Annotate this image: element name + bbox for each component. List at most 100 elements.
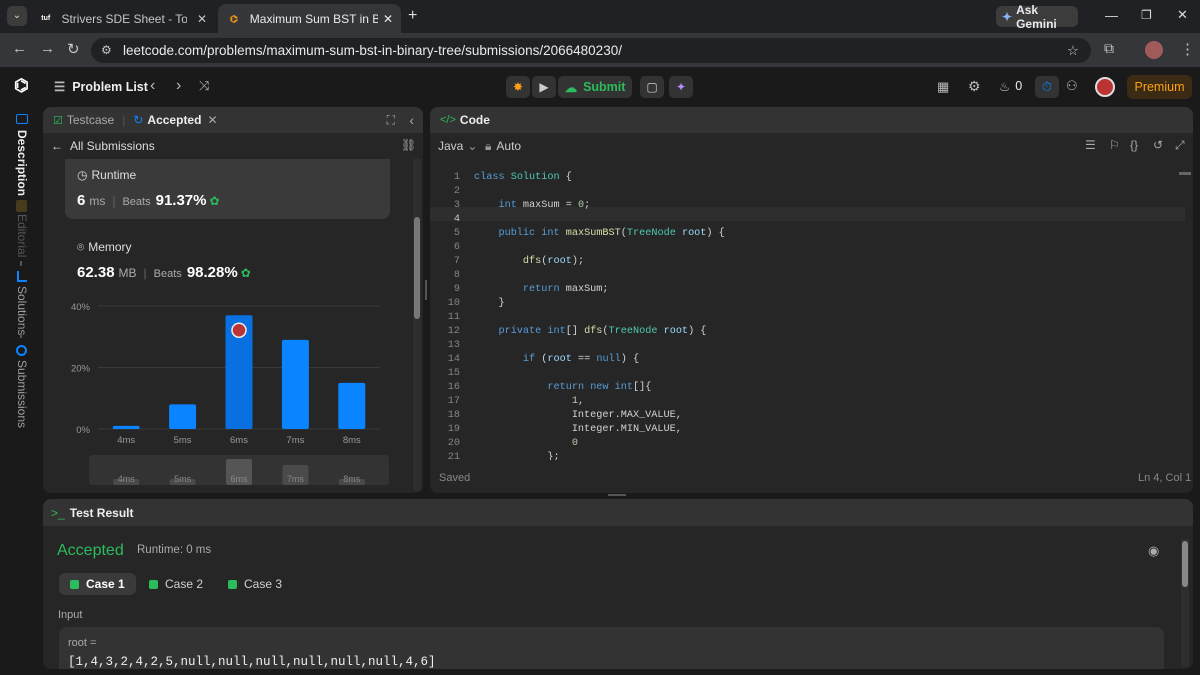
premium-button[interactable]: Premium — [1127, 75, 1192, 99]
y-tick-label: 20% — [71, 364, 91, 375]
settings-gear-icon[interactable]: ⚙ — [968, 78, 981, 95]
notes-button[interactable]: ▢ — [640, 76, 664, 98]
tab-submissions[interactable]: Submissions — [15, 360, 29, 428]
editor-scrollbar[interactable] — [1179, 172, 1191, 175]
run-button[interactable]: ▶ — [532, 76, 556, 98]
x-tick-label: 7ms — [286, 435, 304, 446]
prev-problem-icon[interactable]: ‹ — [150, 77, 155, 95]
code-line: int maxSum = 0; — [498, 200, 591, 211]
line-number: 20 — [447, 438, 460, 449]
streak-counter[interactable]: ♨ 0 — [999, 79, 1022, 94]
share-link-icon[interactable]: ⛓ — [401, 138, 416, 152]
collapse-icon[interactable]: ‹ — [409, 112, 414, 128]
leetcode-logo[interactable]: ⌬ — [14, 76, 34, 96]
new-tab-button[interactable]: + — [408, 7, 417, 25]
scrollbar-track[interactable] — [413, 159, 421, 491]
debug-button[interactable]: ✸ — [506, 76, 530, 98]
extensions-icon[interactable]: ⧉ — [1104, 40, 1114, 57]
reset-icon[interactable]: ↺ — [1153, 138, 1163, 152]
case-1-tab[interactable]: Case 1 — [59, 573, 136, 595]
horizontal-resize-handle[interactable] — [608, 494, 626, 496]
submit-button[interactable]: ☁ Submit — [558, 76, 632, 98]
restore-icon[interactable]: ❐ — [1141, 8, 1152, 22]
problem-list-button[interactable]: ☰ Problem List — [54, 79, 148, 95]
runtime-value-row: 6 ms | Beats 91.37% ✿ — [77, 192, 220, 209]
site-info-icon[interactable]: ⚙ — [101, 38, 112, 63]
chart-bar — [169, 404, 197, 429]
braces-icon[interactable]: {} — [1130, 138, 1138, 152]
timer-icon[interactable]: ⏱ — [1035, 76, 1059, 98]
x-tick-label: 4ms — [117, 435, 135, 446]
language-select[interactable]: Java ⌄ — [438, 139, 477, 153]
line-number: 11 — [447, 312, 460, 323]
user-avatar[interactable] — [1095, 77, 1115, 97]
tab-editorial[interactable]: Editorial — [15, 214, 29, 257]
clock-icon: ◷ — [77, 168, 88, 182]
close-icon[interactable]: ✕ — [197, 12, 207, 26]
celebrate-icon: ✿ — [240, 266, 251, 280]
all-submissions-link[interactable]: ← All Submissions — [51, 139, 155, 153]
ai-assist-button[interactable]: ✦ — [669, 76, 693, 98]
shuffle-icon[interactable]: ⤨ — [199, 78, 209, 94]
next-problem-icon[interactable]: › — [176, 77, 181, 95]
bookmark-star-icon[interactable]: ☆ — [1067, 38, 1079, 63]
url-input[interactable]: ⚙ leetcode.com/problems/maximum-sum-bst-… — [91, 38, 1091, 63]
submit-label: Submit — [583, 80, 626, 94]
tab-search-button[interactable]: ⌄ — [7, 6, 27, 26]
back-icon[interactable]: ← — [12, 40, 27, 57]
code-line: } — [474, 298, 505, 309]
menu-icon[interactable]: ⋮ — [1180, 40, 1195, 58]
line-number: 5 — [453, 228, 460, 239]
chevron-down-icon: ⌄ — [467, 139, 478, 153]
minimize-icon[interactable]: — — [1105, 8, 1118, 23]
code-line: return new int[]{ — [547, 382, 652, 393]
check-icon — [149, 579, 158, 589]
close-window-icon[interactable]: ✕ — [1177, 7, 1188, 23]
line-number: 4 — [453, 214, 460, 225]
close-tab-icon[interactable]: ✕ — [207, 113, 217, 127]
case-3-tab[interactable]: Case 3 — [217, 573, 293, 595]
close-icon[interactable]: ✕ — [383, 12, 393, 26]
tab-solutions[interactable]: Solutions — [15, 286, 29, 335]
runtime-label: ◷ Runtime — [77, 168, 137, 182]
x-tick-label: 6ms — [230, 435, 248, 446]
expand-icon[interactable]: ⤢ — [1175, 138, 1185, 153]
line-number: 21 — [447, 452, 460, 460]
forward-icon[interactable]: → — [40, 40, 55, 57]
mode-indicator[interactable]: 🔒︎ Auto — [485, 139, 521, 154]
tab-description[interactable]: Description — [15, 130, 29, 196]
eye-icon[interactable]: ◉ — [1148, 543, 1159, 559]
play-icon: ▶ — [539, 80, 549, 94]
test-result-title: Test Result — [69, 505, 134, 520]
tab-testcase[interactable]: Testcase — [67, 113, 114, 127]
panel-resize-handle[interactable] — [425, 280, 427, 300]
result-status: Accepted — [57, 542, 124, 559]
maximize-icon[interactable]: ⛶ — [387, 113, 395, 128]
memory-section[interactable]: ⌾ Memory 62.38 MB | Beats 98.28% ✿ — [65, 231, 390, 291]
result-scrollbar-thumb[interactable] — [1182, 541, 1188, 587]
runtime-card[interactable]: ◷ Runtime 6 ms | Beats 91.37% ✿ — [65, 159, 390, 219]
reload-icon[interactable]: ↻ — [67, 40, 80, 58]
x-tick-label: 5ms — [174, 435, 192, 446]
layout-icon[interactable]: ▦ — [937, 79, 949, 95]
code-editor[interactable]: 1 class Solution {2 3 int maxSum = 0; 4 5 pu… — [430, 164, 1193, 460]
code-icon: </> — [440, 114, 456, 126]
result-scrollbar[interactable] — [1181, 539, 1189, 667]
add-friend-icon[interactable]: ⚇ — [1066, 78, 1078, 94]
tab-accepted[interactable]: Accepted — [147, 113, 201, 127]
note-icon: ▢ — [646, 80, 658, 94]
browser-tab-strivers[interactable]: tuf Strivers SDE Sheet - Top Coding ✕ — [30, 4, 215, 33]
line-number: 14 — [447, 354, 460, 365]
profile-avatar[interactable] — [1145, 41, 1163, 59]
divider — [20, 261, 22, 266]
format-icon[interactable]: ☰ — [1085, 138, 1096, 152]
browser-tab-leetcode[interactable]: ⌬ Maximum Sum BST in Binary Tre ✕ — [218, 4, 401, 33]
ask-gemini-button[interactable]: ✦ Ask Gemini — [996, 3, 1078, 31]
bookmark-icon[interactable]: ⚐ — [1109, 138, 1120, 152]
minimap-label: 8ms — [343, 474, 361, 484]
line-number: 12 — [447, 326, 460, 337]
case-2-tab[interactable]: Case 2 — [138, 573, 214, 595]
code-line: Integer.MIN_VALUE, — [474, 424, 682, 435]
divider: | — [143, 266, 147, 280]
scrollbar-thumb[interactable] — [414, 217, 420, 319]
